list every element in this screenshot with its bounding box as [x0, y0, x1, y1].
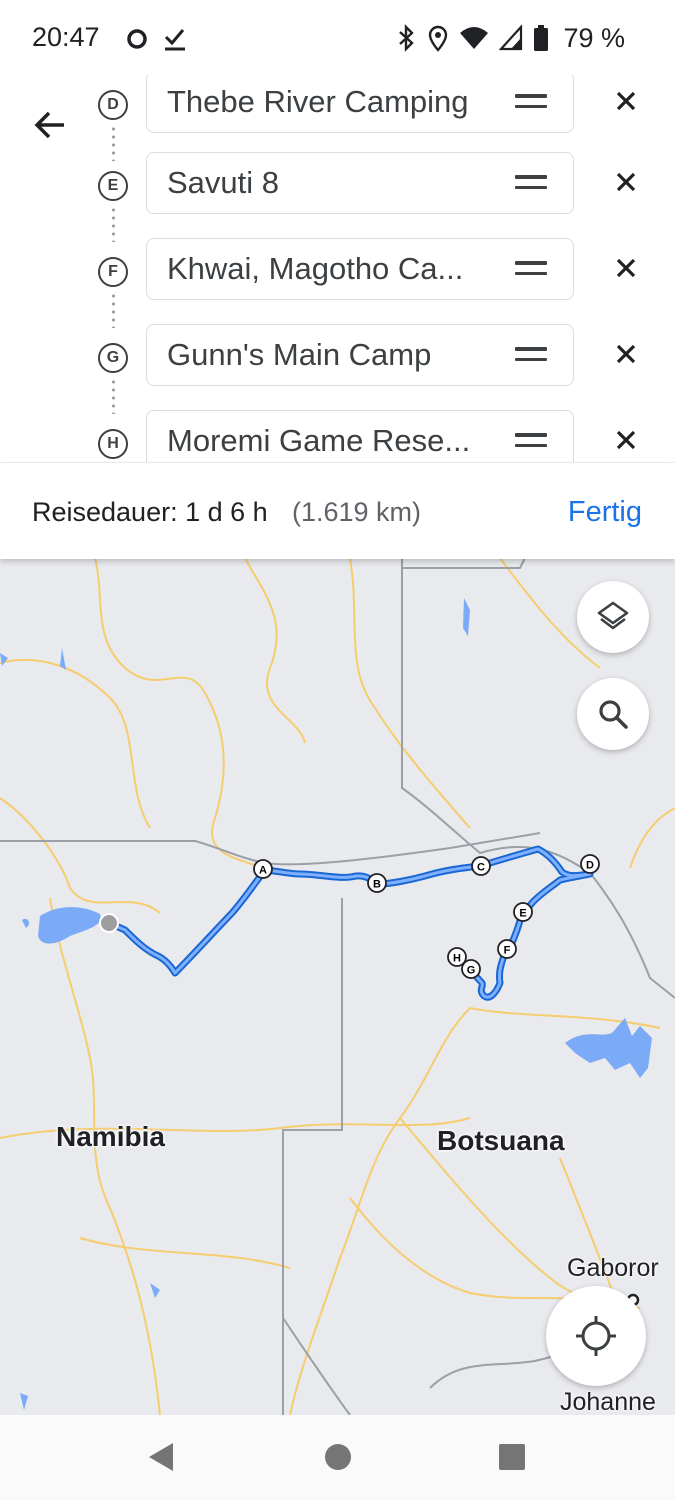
stop-name-d: Thebe River Camping	[167, 84, 469, 119]
drag-handle-icon[interactable]	[515, 347, 547, 364]
waypoint-marker-a[interactable]: A	[253, 859, 273, 879]
stop-field-f[interactable]: Khwai, Magotho Ca...	[146, 238, 574, 300]
bluetooth-icon	[399, 24, 415, 52]
close-icon	[616, 258, 636, 278]
svg-text:E: E	[519, 908, 526, 920]
remove-stop-e-button[interactable]	[612, 168, 640, 196]
stop-marker-f: F	[98, 257, 128, 287]
route-stops-panel: D Thebe River Camping E Savuti 8 F Khwai…	[0, 75, 675, 462]
circle-notification-icon	[127, 29, 147, 49]
stop-row-g: G Gunn's Main Camp	[0, 324, 675, 414]
stop-name-h: Moremi Game Rese...	[167, 423, 471, 458]
search-icon	[599, 700, 628, 729]
close-icon	[616, 344, 636, 364]
stop-field-h[interactable]: Moremi Game Rese...	[146, 410, 574, 462]
stop-marker-d: D	[98, 90, 128, 120]
stop-field-d[interactable]: Thebe River Camping	[146, 75, 574, 133]
close-icon	[616, 172, 636, 192]
stop-marker-h: H	[98, 429, 128, 459]
svg-text:C: C	[477, 862, 485, 874]
close-icon	[616, 91, 636, 111]
route-connector-dots	[112, 292, 115, 328]
city-label-gaborone: Gaboror	[567, 1254, 659, 1282]
svg-text:H: H	[453, 953, 461, 965]
close-icon	[616, 430, 636, 450]
nav-recents-icon[interactable]	[498, 1441, 526, 1473]
svg-text:B: B	[373, 879, 381, 891]
stop-row-f: F Khwai, Magotho Ca...	[0, 238, 675, 328]
battery-percentage: 79 %	[563, 22, 625, 53]
my-location-icon	[576, 1316, 616, 1356]
waypoint-marker-f[interactable]: F	[497, 939, 517, 959]
nav-back-icon[interactable]	[146, 1441, 176, 1473]
country-label-namibia: Namibia	[56, 1121, 165, 1152]
waypoint-marker-e[interactable]: E	[513, 902, 533, 922]
map-layers-button[interactable]	[577, 581, 649, 653]
check-download-icon	[164, 29, 185, 51]
drag-handle-icon[interactable]	[515, 94, 547, 111]
drag-handle-icon[interactable]	[515, 433, 547, 450]
travel-distance: (1.619 km)	[292, 497, 422, 527]
layers-icon	[597, 601, 629, 630]
waypoint-marker-c[interactable]: C	[471, 856, 491, 876]
svg-text:D: D	[586, 860, 594, 872]
stop-field-g[interactable]: Gunn's Main Camp	[146, 324, 574, 386]
route-connector-dots	[112, 206, 115, 242]
map-water	[0, 598, 652, 1410]
nav-home-icon[interactable]	[324, 1441, 352, 1473]
stop-marker-e: E	[98, 171, 128, 201]
location-icon	[429, 25, 448, 52]
status-time: 20:47	[32, 22, 100, 52]
stop-row-e: E Savuti 8	[0, 152, 675, 242]
map-search-button[interactable]	[577, 678, 649, 750]
wifi-icon	[460, 27, 489, 49]
route-summary-bar: Reisedauer: 1 d 6 h (1.619 km) Fertig	[0, 462, 675, 559]
stop-row-d: D Thebe River Camping	[0, 75, 675, 161]
stop-field-e[interactable]: Savuti 8	[146, 152, 574, 214]
done-button[interactable]: Fertig	[568, 496, 642, 529]
waypoint-marker-b[interactable]: B	[367, 873, 387, 893]
cell-signal-icon	[499, 25, 523, 51]
my-location-button[interactable]	[546, 1286, 646, 1386]
route-connector-dots	[112, 378, 115, 414]
drag-handle-icon[interactable]	[515, 175, 547, 192]
map-borders	[0, 558, 675, 1415]
status-bar: 20:47 79 %	[0, 0, 675, 75]
map-view[interactable]: A B C D E F H G Namibia Botsuana Gaboror…	[0, 558, 675, 1415]
remove-stop-f-button[interactable]	[612, 254, 640, 282]
drag-handle-icon[interactable]	[515, 261, 547, 278]
country-label-botsuana: Botsuana	[437, 1125, 565, 1156]
map-canvas[interactable]: A B C D E F H G	[0, 558, 675, 1415]
route-start-marker[interactable]	[99, 913, 119, 933]
svg-text:A: A	[259, 865, 267, 877]
system-navigation-bar	[0, 1415, 675, 1500]
stop-name-g: Gunn's Main Camp	[167, 337, 432, 372]
stop-marker-g: G	[98, 343, 128, 373]
stop-name-e: Savuti 8	[167, 165, 280, 200]
battery-icon	[534, 25, 549, 51]
waypoint-marker-d[interactable]: D	[580, 854, 600, 874]
stop-name-f: Khwai, Magotho Ca...	[167, 251, 464, 286]
remove-stop-h-button[interactable]	[612, 426, 640, 454]
city-label-johannesburg: Johanne	[560, 1388, 656, 1415]
remove-stop-d-button[interactable]	[612, 87, 640, 115]
stop-row-h: H Moremi Game Rese...	[0, 410, 675, 462]
waypoint-marker-g[interactable]: G	[461, 959, 481, 979]
svg-text:F: F	[504, 945, 511, 957]
svg-text:G: G	[467, 965, 476, 977]
travel-duration: Reisedauer: 1 d 6 h	[32, 497, 268, 527]
map-roads	[0, 558, 675, 1415]
remove-stop-g-button[interactable]	[612, 340, 640, 368]
